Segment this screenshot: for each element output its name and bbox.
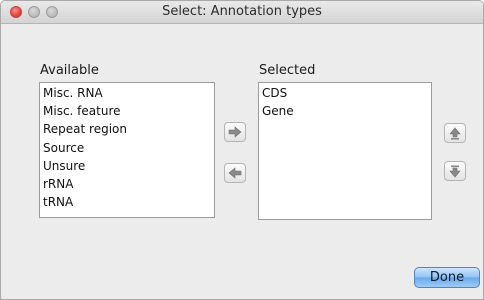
arrow-left-icon <box>228 167 242 179</box>
add-to-selected-button[interactable] <box>224 122 246 142</box>
list-item[interactable]: tRNA <box>40 193 214 211</box>
available-label: Available <box>40 63 99 78</box>
arrow-down-icon <box>449 165 461 178</box>
list-item[interactable]: Repeat region <box>40 120 214 138</box>
window-title: Select: Annotation types <box>162 4 322 19</box>
list-item[interactable]: Gene <box>259 102 431 120</box>
list-item[interactable]: rRNA <box>40 175 214 193</box>
list-item[interactable]: Unsure <box>40 157 214 175</box>
list-item[interactable]: Misc. feature <box>40 102 214 120</box>
title-bar: Select: Annotation types <box>1 1 483 24</box>
list-item[interactable]: Misc. RNA <box>40 84 214 102</box>
selected-list[interactable]: CDS Gene <box>258 82 432 220</box>
selected-label: Selected <box>259 63 316 78</box>
remove-from-selected-button[interactable] <box>224 163 246 183</box>
done-button[interactable]: Done <box>414 267 480 288</box>
available-list[interactable]: Misc. RNA Misc. feature Repeat region So… <box>39 82 215 218</box>
arrow-right-icon <box>228 126 242 138</box>
move-up-button[interactable] <box>444 123 466 143</box>
arrow-up-icon <box>449 127 461 140</box>
move-down-button[interactable] <box>444 161 466 181</box>
dialog-window: Select: Annotation types Available Misc.… <box>0 0 484 300</box>
list-item[interactable]: Source <box>40 139 214 157</box>
list-item[interactable]: CDS <box>259 84 431 102</box>
